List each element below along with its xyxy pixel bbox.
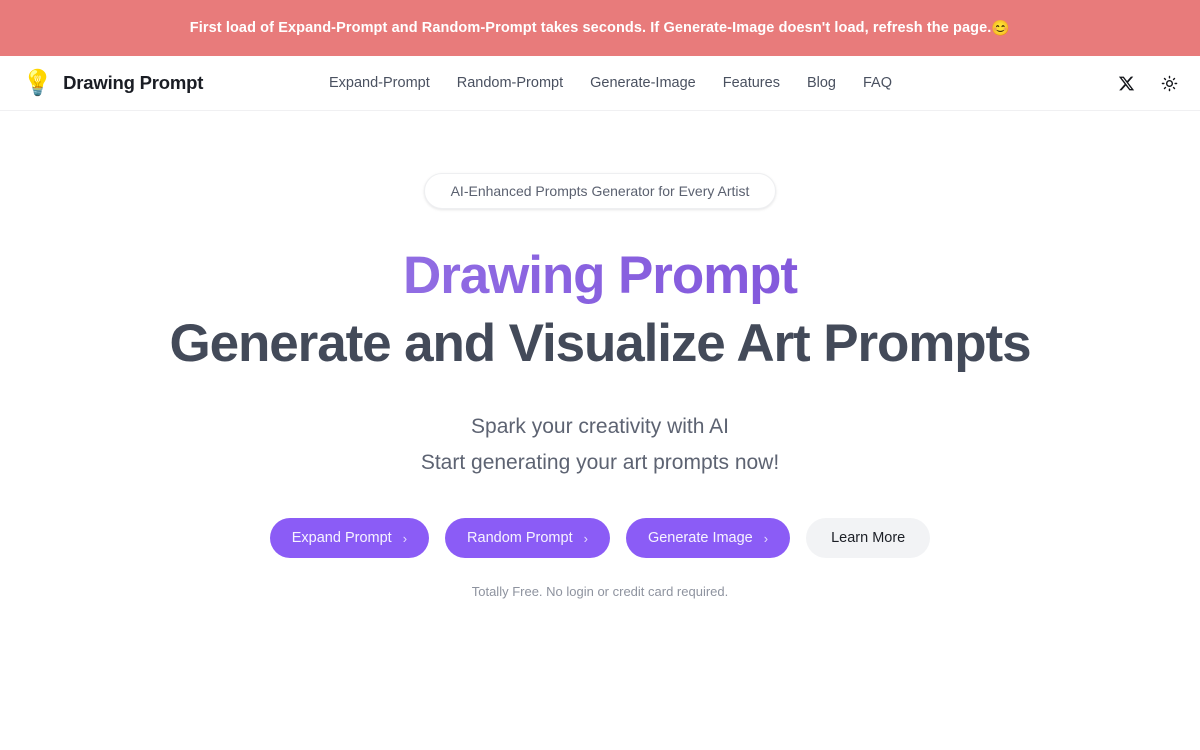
chevron-right-icon: › (763, 530, 769, 546)
header-actions (1118, 75, 1178, 92)
brand-logo-link[interactable]: 💡 Drawing Prompt (22, 68, 204, 97)
page-title: Drawing Prompt Generate and Visualize Ar… (169, 249, 1032, 373)
chevron-right-icon: › (402, 530, 408, 546)
nav-item-faq[interactable]: FAQ (863, 75, 892, 91)
theme-toggle-button[interactable] (1161, 75, 1178, 92)
nav-item-random-prompt[interactable]: Random-Prompt (457, 75, 563, 91)
cta-button-row: Expand Prompt › Random Prompt › Generate… (269, 518, 931, 559)
nav-item-features[interactable]: Features (723, 75, 780, 91)
nav-item-generate-image[interactable]: Generate-Image (590, 75, 696, 91)
expand-prompt-button[interactable]: Expand Prompt › (269, 518, 430, 559)
x-twitter-link[interactable] (1118, 75, 1135, 92)
x-twitter-icon (1118, 76, 1135, 90)
random-prompt-button-label: Random Prompt (467, 530, 573, 547)
hero-badge: AI-Enhanced Prompts Generator for Every … (423, 173, 777, 209)
brand-name: Drawing Prompt (63, 72, 204, 93)
hero-section: AI-Enhanced Prompts Generator for Every … (0, 111, 1200, 599)
announcement-text: First load of Expand-Prompt and Random-P… (190, 19, 1010, 37)
primary-nav: Expand-Prompt Random-Prompt Generate-Ima… (329, 75, 892, 91)
sun-icon (1161, 75, 1178, 91)
learn-more-button-label: Learn More (831, 530, 906, 547)
expand-prompt-button-label: Expand Prompt (291, 530, 392, 547)
nav-item-blog[interactable]: Blog (807, 75, 836, 91)
site-header: 💡 Drawing Prompt Expand-Prompt Random-Pr… (0, 56, 1200, 111)
page-title-subline: Generate and Visualize Art Prompts (169, 314, 1032, 373)
chevron-right-icon: › (583, 530, 588, 546)
learn-more-button[interactable]: Learn More (806, 518, 931, 559)
random-prompt-button[interactable]: Random Prompt › (445, 518, 610, 559)
generate-image-button[interactable]: Generate Image › (625, 518, 791, 559)
hero-note: Totally Free. No login or credit card re… (471, 584, 729, 600)
hero-subtitle-line-1: Spark your creativity with AI (471, 415, 729, 438)
hero-subtitle-line-2: Start generating your art prompts now! (420, 450, 780, 474)
nav-item-expand-prompt[interactable]: Expand-Prompt (329, 75, 430, 91)
announcement-bar: First load of Expand-Prompt and Random-P… (0, 0, 1200, 56)
generate-image-button-label: Generate Image (647, 530, 753, 547)
announcement-message: First load of Expand-Prompt and Random-P… (189, 20, 992, 36)
smiley-face-icon: 😊 (991, 20, 1011, 37)
hero-subtitle: Spark your creativity with AI Start gene… (421, 409, 779, 480)
lightbulb-icon: 💡 (22, 68, 54, 97)
page-title-highlight: Drawing Prompt (170, 249, 1031, 306)
